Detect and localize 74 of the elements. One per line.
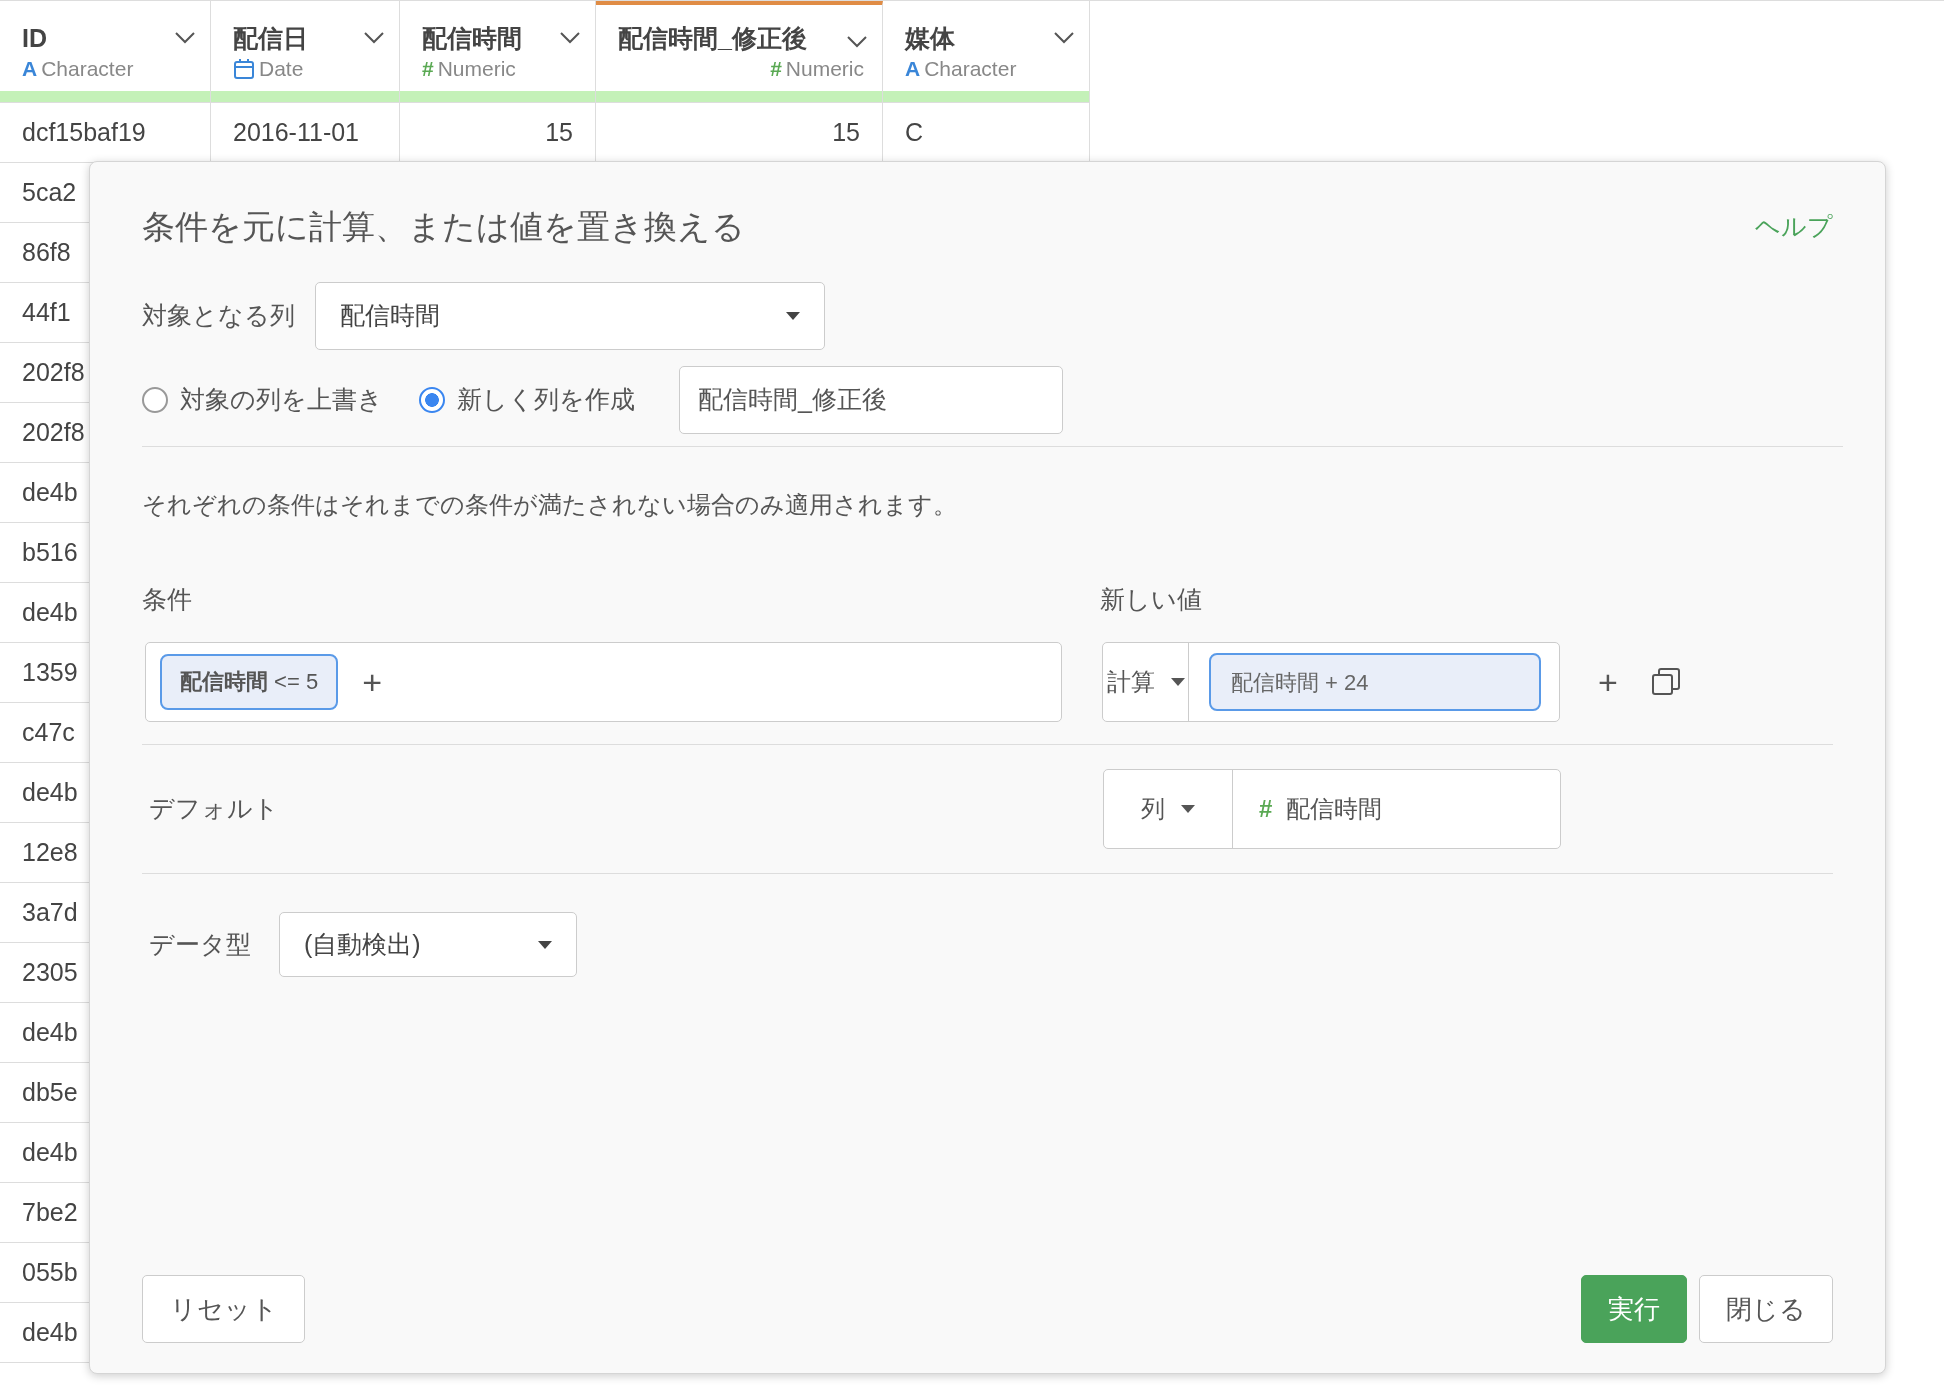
table-cell-text: 3a7d bbox=[22, 896, 78, 928]
field-label: 対象となる列 bbox=[142, 299, 295, 331]
type-icon: # bbox=[1259, 791, 1273, 827]
column-name: 配信時間 bbox=[422, 23, 522, 53]
chevron-down-icon bbox=[174, 31, 196, 45]
copy-icon[interactable] bbox=[1651, 668, 1680, 696]
table-cell-text: de4b bbox=[22, 476, 78, 508]
column-header[interactable]: 配信日 Date bbox=[211, 1, 400, 103]
column-name: 媒体 bbox=[905, 23, 955, 53]
table-cell-text: de4b bbox=[22, 596, 78, 628]
table-cell-text: 202f8 bbox=[22, 416, 85, 448]
column-header[interactable]: ID A Character bbox=[0, 1, 211, 103]
column-type: Numeric bbox=[785, 56, 864, 82]
chevron-down-icon bbox=[559, 31, 581, 45]
table-cell-text: c47c bbox=[22, 716, 75, 748]
close-button[interactable]: 閉じる bbox=[1699, 1275, 1833, 1343]
column-name: 配信日 bbox=[233, 23, 308, 53]
caret-down-icon bbox=[1181, 805, 1195, 813]
default-value-control[interactable]: 列 # 配信時間 bbox=[1103, 769, 1561, 849]
chevron-down-icon bbox=[846, 35, 868, 49]
radio-button[interactable] bbox=[142, 386, 168, 413]
new-value-control[interactable]: 計算 配信時間 + 24 bbox=[1102, 642, 1560, 722]
add-button[interactable]: + bbox=[1598, 665, 1618, 699]
field-label: データ型 bbox=[149, 928, 251, 960]
data-type-select[interactable]: (自動検出) bbox=[279, 912, 577, 977]
formula-field[interactable]: 配信時間 + 24 bbox=[1209, 653, 1541, 711]
table-cell-text: 5ca2 bbox=[22, 176, 77, 208]
type-icon: # bbox=[770, 54, 782, 84]
chevron-down-icon bbox=[1053, 31, 1075, 45]
radio-button[interactable] bbox=[419, 386, 445, 413]
column-type: Character bbox=[41, 56, 134, 82]
table-cell-text: 86f8 bbox=[22, 236, 71, 268]
column-header[interactable]: 配信時間_修正後 # Numeric bbox=[596, 1, 883, 103]
column-header[interactable]: 配信時間 # Numeric bbox=[400, 1, 596, 103]
table-cell-text: 44f1 bbox=[22, 296, 71, 328]
table-cell-text: de4b bbox=[22, 776, 78, 808]
table-cell-text: de4b bbox=[22, 1136, 78, 1168]
column-name-field[interactable]: 配信時間_修正後 bbox=[679, 365, 1063, 434]
table-cell-text: 2305 bbox=[22, 956, 78, 988]
column-type: Date bbox=[259, 56, 304, 82]
column-name: 配信時間_修正後 bbox=[618, 23, 807, 53]
condition-field[interactable]: 配信時間 <= 5 + bbox=[145, 642, 1062, 722]
table-cell-text: de4b bbox=[22, 1016, 78, 1048]
table-cell-text: 202f8 bbox=[22, 356, 85, 388]
add-condition-button[interactable]: + bbox=[362, 665, 382, 699]
column-name: ID bbox=[22, 23, 47, 53]
column-type: Character bbox=[924, 56, 1017, 82]
type-icon: # bbox=[422, 54, 434, 84]
caret-down-icon bbox=[538, 940, 552, 949]
column-header[interactable]: 媒体 A Character bbox=[883, 1, 1090, 103]
calendar-icon bbox=[233, 58, 255, 80]
reset-button[interactable]: リセット bbox=[142, 1275, 305, 1343]
table-cell-text: db5e bbox=[22, 1076, 78, 1108]
table-cell-text: b516 bbox=[22, 536, 78, 568]
type-icon: A bbox=[22, 54, 38, 84]
column-select[interactable]: 配信時間 bbox=[315, 281, 825, 350]
caret-down-icon bbox=[1170, 678, 1185, 686]
column-type: Numeric bbox=[437, 56, 516, 82]
field-label: デフォルト bbox=[148, 793, 280, 825]
section-label: 条件 bbox=[142, 583, 193, 615]
chevron-down-icon bbox=[363, 31, 385, 45]
table-cell-text: 1359 bbox=[22, 656, 78, 688]
table-cell-text: 12e8 bbox=[22, 836, 78, 868]
condition-chip[interactable]: 配信時間 <= 5 bbox=[160, 654, 339, 710]
table-cell-text: de4b bbox=[22, 1316, 78, 1348]
type-icon: A bbox=[905, 54, 921, 84]
dialog-title: 条件を元に計算、または値を置き換える bbox=[142, 207, 745, 247]
table-cell-text: 055b bbox=[22, 1256, 78, 1288]
table-cell-text: 7be2 bbox=[22, 1196, 78, 1228]
caret-down-icon bbox=[786, 311, 800, 320]
note-text: それぞれの条件はそれまでの条件が満たされない場合のみ適用されます。 bbox=[142, 489, 958, 520]
radio-label[interactable]: 対象の列を上書き bbox=[180, 380, 383, 419]
section-label: 新しい値 bbox=[1100, 583, 1202, 615]
radio-label[interactable]: 新しく列を作成 bbox=[457, 380, 635, 419]
